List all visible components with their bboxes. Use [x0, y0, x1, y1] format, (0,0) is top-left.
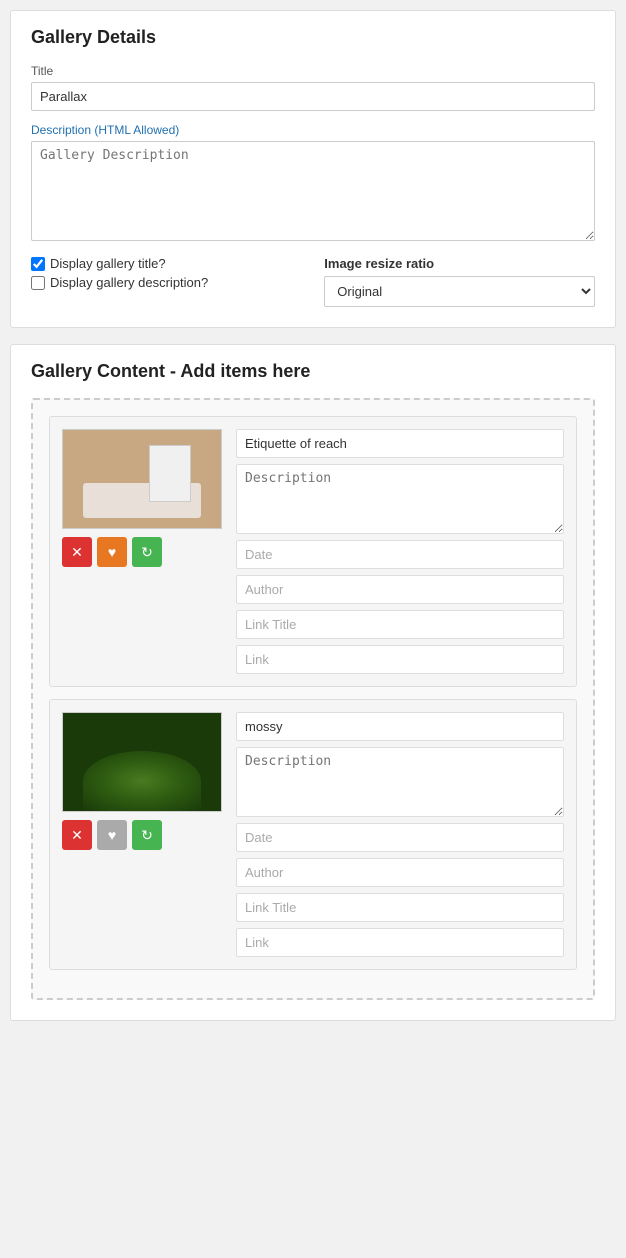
display-description-checkbox[interactable]	[31, 276, 45, 290]
heart-icon: ♥	[108, 544, 116, 560]
item-2-right	[236, 712, 564, 957]
item-1-remove-button[interactable]: ✕	[62, 537, 92, 567]
page-wrapper: Gallery Details Title Description (HTML …	[0, 0, 626, 1047]
display-title-label: Display gallery title?	[50, 256, 166, 271]
item-2-title-input[interactable]	[236, 712, 564, 741]
item-2-remove-button[interactable]: ✕	[62, 820, 92, 850]
item-1-link-input[interactable]	[236, 645, 564, 674]
item-2-description-textarea[interactable]	[236, 747, 564, 817]
item-1-favorite-button[interactable]: ♥	[97, 537, 127, 567]
item-1-description-textarea[interactable]	[236, 464, 564, 534]
item-2-author-input[interactable]	[236, 858, 564, 887]
gallery-content-area: ✕ ♥ ↻	[31, 398, 595, 1000]
item-1-left: ✕ ♥ ↻	[62, 429, 222, 567]
gallery-details-title: Gallery Details	[31, 27, 595, 48]
description-group: Description (HTML Allowed)	[31, 123, 595, 244]
gallery-details-card: Gallery Details Title Description (HTML …	[10, 10, 616, 328]
item-2-date-input[interactable]	[236, 823, 564, 852]
remove-icon-2: ✕	[71, 827, 83, 844]
title-group: Title	[31, 64, 595, 111]
title-label: Title	[31, 64, 595, 78]
heart-icon-2: ♥	[108, 827, 116, 843]
gallery-item-2: ✕ ♥ ↻	[49, 699, 577, 970]
item-1-right	[236, 429, 564, 674]
display-description-checkbox-row[interactable]: Display gallery description?	[31, 275, 313, 290]
refresh-icon: ↻	[141, 544, 153, 561]
options-row: Display gallery title? Display gallery d…	[31, 256, 595, 307]
image-resize-section: Image resize ratio Original 1:1 4:3 16:9	[324, 256, 595, 307]
item-1-author-input[interactable]	[236, 575, 564, 604]
item-1-title-input[interactable]	[236, 429, 564, 458]
item-1-link-title-input[interactable]	[236, 610, 564, 639]
display-title-checkbox[interactable]	[31, 257, 45, 271]
gallery-content-card: Gallery Content - Add items here ✕ ♥ ↻	[10, 344, 616, 1021]
description-label: Description (HTML Allowed)	[31, 123, 595, 137]
image-resize-select[interactable]: Original 1:1 4:3 16:9	[324, 276, 595, 307]
item-2-refresh-button[interactable]: ↻	[132, 820, 162, 850]
item-2-left: ✕ ♥ ↻	[62, 712, 222, 850]
item-1-image	[62, 429, 222, 529]
display-description-label: Display gallery description?	[50, 275, 208, 290]
gallery-content-title: Gallery Content - Add items here	[31, 361, 595, 382]
title-input[interactable]	[31, 82, 595, 111]
description-textarea[interactable]	[31, 141, 595, 241]
item-1-buttons: ✕ ♥ ↻	[62, 537, 222, 567]
item-2-link-input[interactable]	[236, 928, 564, 957]
item-2-buttons: ✕ ♥ ↻	[62, 820, 222, 850]
item-2-image	[62, 712, 222, 812]
display-title-checkbox-row[interactable]: Display gallery title?	[31, 256, 313, 271]
item-1-date-input[interactable]	[236, 540, 564, 569]
gallery-item-1: ✕ ♥ ↻	[49, 416, 577, 687]
item-2-favorite-button[interactable]: ♥	[97, 820, 127, 850]
remove-icon: ✕	[71, 544, 83, 561]
item-2-link-title-input[interactable]	[236, 893, 564, 922]
refresh-icon-2: ↻	[141, 827, 153, 844]
checkbox-group: Display gallery title? Display gallery d…	[31, 256, 313, 290]
image-resize-label: Image resize ratio	[324, 256, 595, 271]
item-1-refresh-button[interactable]: ↻	[132, 537, 162, 567]
